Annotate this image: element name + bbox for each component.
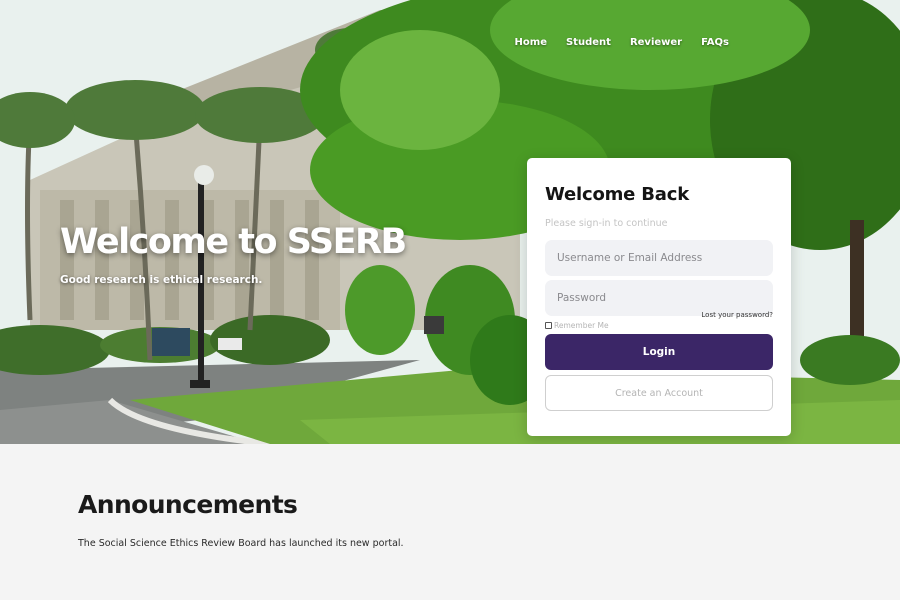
- login-title: Welcome Back: [545, 184, 689, 205]
- username-input[interactable]: [545, 240, 773, 276]
- hero-subtitle: Good research is ethical research.: [60, 274, 263, 286]
- hero-banner: Home Student Reviewer FAQs Welcome to SS…: [0, 0, 900, 444]
- hero-title: Welcome to SSERB: [60, 222, 407, 262]
- nav-reviewer-link[interactable]: Reviewer: [630, 37, 682, 48]
- nav-home-link[interactable]: Home: [515, 37, 547, 48]
- login-card: Welcome Back Please sign-in to continue …: [527, 158, 791, 436]
- remember-me-checkbox[interactable]: [545, 322, 552, 329]
- remember-me-label: Remember Me: [554, 321, 609, 330]
- announcement-text: The Social Science Ethics Review Board h…: [78, 538, 404, 549]
- lost-password-link[interactable]: Lost your password?: [701, 311, 773, 319]
- nav-faqs-link[interactable]: FAQs: [701, 37, 729, 48]
- login-button[interactable]: Login: [545, 334, 773, 370]
- announcements-title: Announcements: [78, 490, 298, 519]
- create-account-button[interactable]: Create an Account: [545, 375, 773, 411]
- login-subtitle: Please sign-in to continue: [545, 218, 668, 229]
- top-nav: Home Student Reviewer FAQs: [496, 37, 729, 48]
- nav-student-link[interactable]: Student: [566, 37, 611, 48]
- remember-me[interactable]: Remember Me: [545, 321, 609, 330]
